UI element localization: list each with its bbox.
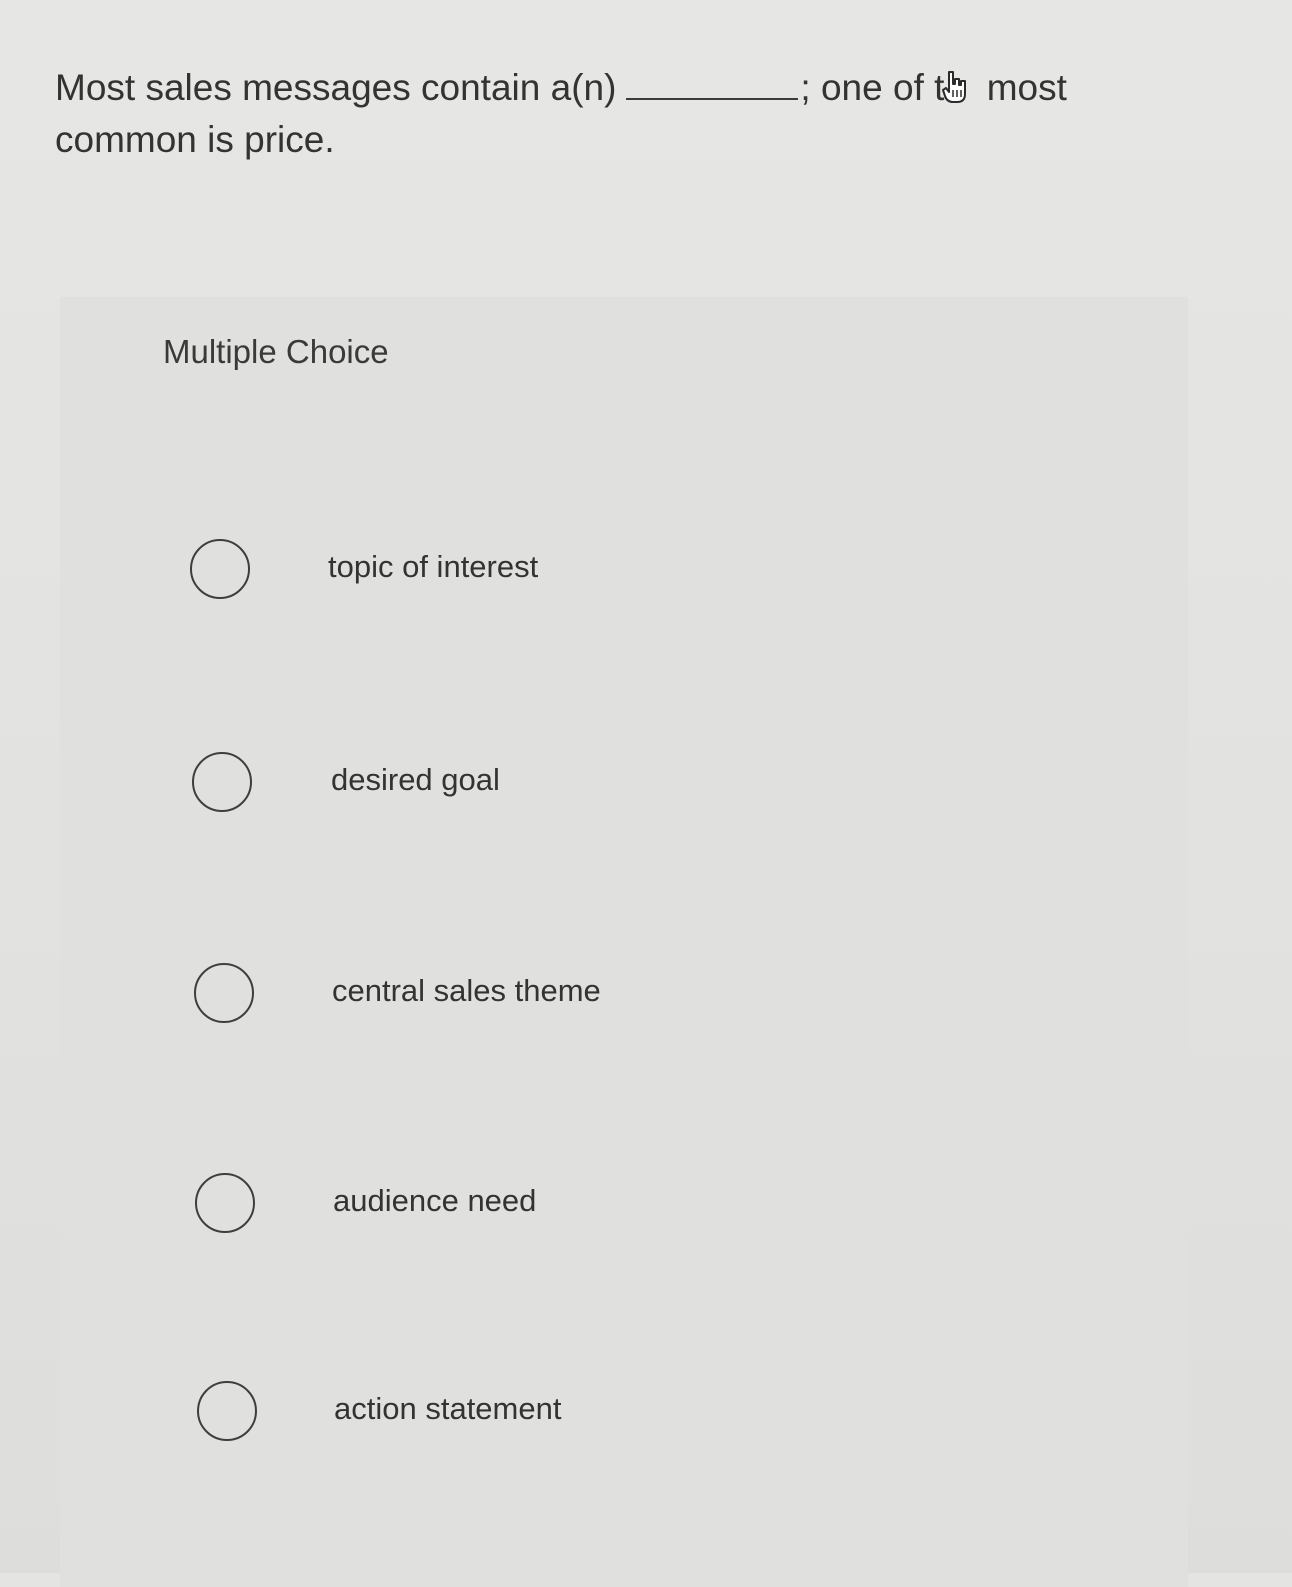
- option-label: topic of interest: [328, 549, 539, 584]
- hand-pointer-icon: [940, 66, 970, 103]
- question-text-after: ; one of t: [800, 67, 945, 108]
- option-label: central sales theme: [332, 973, 601, 1008]
- option-action-statement[interactable]: action statement: [185, 1377, 1005, 1449]
- option-desired-goal[interactable]: desired goal: [185, 748, 1005, 820]
- multiple-choice-panel: Multiple Choice topic of interest desire…: [60, 297, 1188, 1587]
- radio-empty-icon[interactable]: [197, 1381, 257, 1441]
- option-label: audience need: [333, 1183, 537, 1218]
- radio-empty-icon[interactable]: [195, 1173, 255, 1233]
- panel-title: Multiple Choice: [163, 333, 389, 370]
- option-label: action statement: [334, 1391, 562, 1426]
- question-text-end: most: [976, 67, 1067, 108]
- option-central-sales-theme[interactable]: central sales theme: [185, 959, 1005, 1031]
- answer-blank: [626, 68, 799, 100]
- question-text: Most sales messages contain a(n) ; one of…: [55, 62, 1165, 166]
- option-label: desired goal: [331, 762, 500, 797]
- question-text-line2: common is price.: [55, 119, 335, 160]
- radio-empty-icon[interactable]: [194, 963, 254, 1023]
- option-audience-need[interactable]: audience need: [185, 1169, 1005, 1241]
- radio-empty-icon[interactable]: [190, 539, 250, 599]
- radio-empty-icon[interactable]: [192, 752, 252, 812]
- option-topic-of-interest[interactable]: topic of interest: [185, 535, 1005, 607]
- question-text-before: Most sales messages contain a(n): [55, 67, 617, 108]
